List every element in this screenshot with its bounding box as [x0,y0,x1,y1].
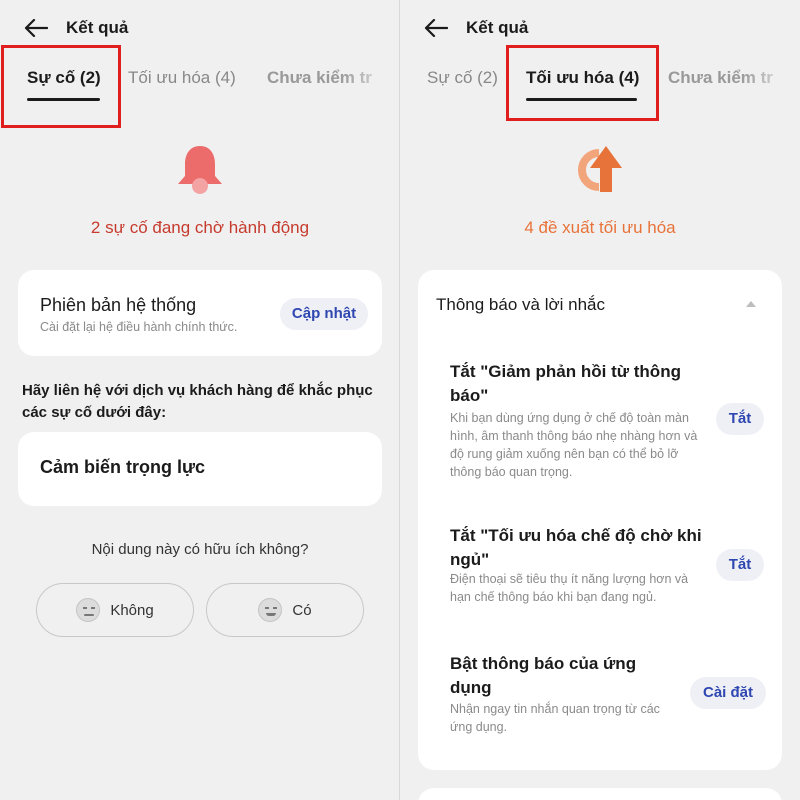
item-desc: Nhận ngay tin nhắn quan trọng từ các ứng… [450,702,660,734]
not-helpful-button[interactable]: Không [36,583,194,637]
next-card [418,788,782,800]
contact-support-text: Hãy liên hệ với dịch vụ khách hàng để kh… [22,382,373,421]
system-version-subtitle: Cài đặt lại hệ điều hành chính thức. [40,320,238,334]
neutral-face-icon [76,598,101,622]
back-arrow-icon[interactable] [24,15,50,41]
item-desc: Điện thoại sẽ tiêu thụ ít năng lượng hơn… [450,572,689,604]
helpful-label: Có [292,601,312,619]
header: Kết quả [424,12,528,44]
tab-optimize[interactable]: Tối ưu hóa (4) [128,68,236,88]
page-title: Kết quả [466,18,529,37]
update-button[interactable]: Cập nhật [280,298,368,330]
helpful-question: Nội dung này có hữu ích không? [91,541,309,558]
back-arrow-icon[interactable] [424,15,450,41]
caret-up-icon[interactable] [746,301,756,307]
disable-button[interactable]: Tắt [716,403,764,435]
issues-summary: 2 sự cố đang chờ hành động [90,218,310,237]
smile-face-icon [258,598,283,622]
item-title: Tắt "Tối ưu hóa chế độ chờ khi ngủ" [450,526,702,569]
highlight-box [506,45,659,121]
system-version-card: Phiên bản hệ thống Cài đặt lại hệ điều h… [18,270,382,356]
highlight-box [1,45,121,128]
settings-button[interactable]: Cài đặt [690,677,766,709]
bell-icon [178,146,222,194]
optimize-summary: 4 đề xuất tối ưu hóa [524,218,676,237]
item-title: Bật thông báo của ứng dụng [450,654,637,697]
item-title: Tắt "Giảm phản hồi từ thông báo" [450,362,681,405]
issues-screen: Kết quả Sự cố (2) Tối ưu hóa (4) Chưa ki… [0,0,400,800]
system-version-title: Phiên bản hệ thống [40,295,197,315]
section-title: Thông báo và lời nhắc [436,295,605,314]
optimize-arrow-icon [578,146,622,192]
page-title: Kết quả [66,18,129,37]
item-desc: Khi bạn dùng ứng dụng ở chế độ toàn màn … [450,411,698,479]
tab-issues[interactable]: Sự cố (2) [427,68,498,88]
tab-fade [740,60,800,110]
notifications-card: Thông báo và lời nhắc Tắt "Giảm phản hồi… [418,270,782,770]
not-helpful-label: Không [110,601,154,619]
tab-fade [340,60,400,110]
gravity-sensor-card: Cảm biến trọng lực [18,432,382,506]
optimize-screen: Kết quả Sự cố (2) Tối ưu hóa (4) Chưa ki… [400,0,800,800]
gravity-sensor-title: Cảm biến trọng lực [40,457,206,477]
header: Kết quả [24,12,128,44]
helpful-button[interactable]: Có [206,583,364,637]
disable-button[interactable]: Tắt [716,549,764,581]
